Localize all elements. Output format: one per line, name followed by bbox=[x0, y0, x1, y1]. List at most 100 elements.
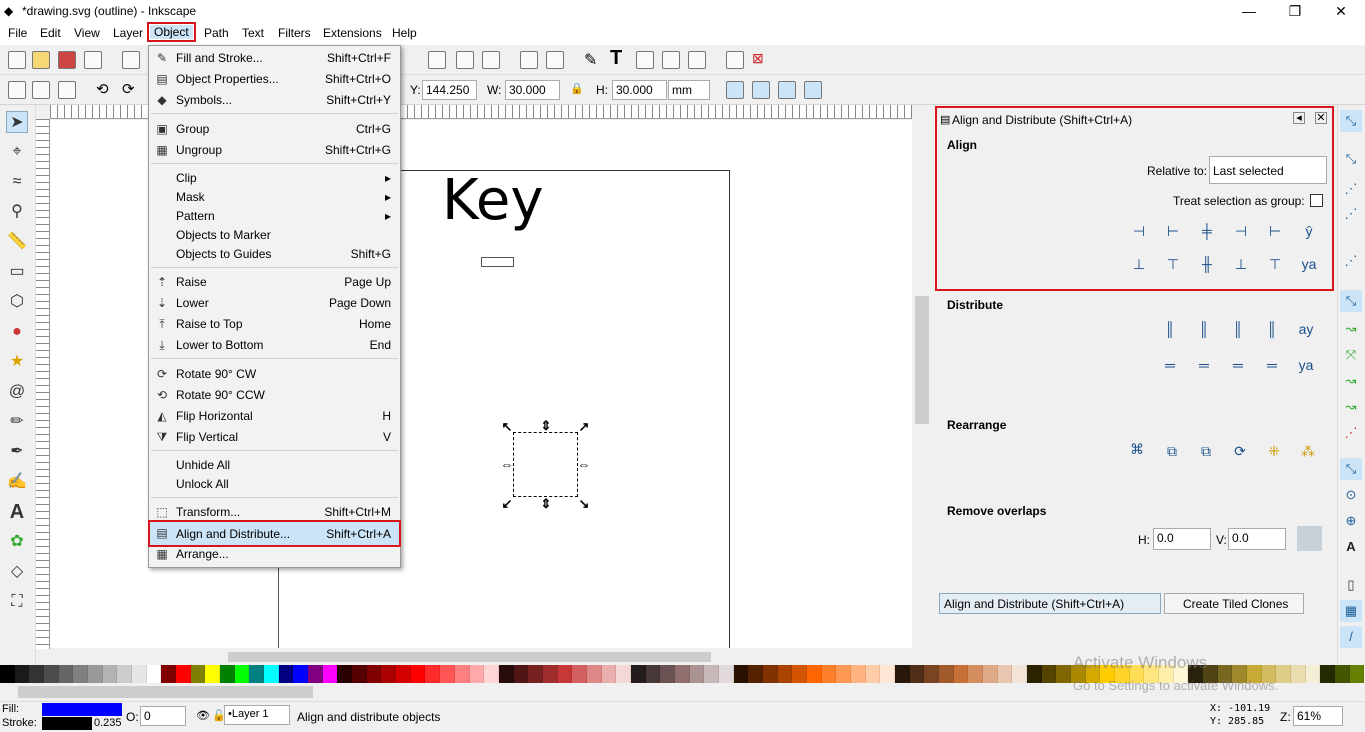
distribute-top-edges-icon[interactable]: ═ bbox=[1158, 354, 1182, 378]
palette-scroll-thumb[interactable] bbox=[18, 686, 313, 698]
palette-swatch[interactable] bbox=[968, 665, 984, 683]
palette-swatch[interactable] bbox=[176, 665, 191, 683]
scale-handle-s-icon[interactable]: ⇕ bbox=[539, 497, 553, 511]
scale-handle-nw-icon[interactable]: ↖ bbox=[500, 420, 514, 434]
palette-swatch[interactable] bbox=[205, 665, 221, 683]
menu-object[interactable]: Object bbox=[147, 22, 196, 42]
w-field[interactable]: 30.000 bbox=[505, 80, 560, 100]
snap-page-border-icon[interactable]: ▯ bbox=[1340, 574, 1362, 596]
snap-bbox-corners-icon[interactable]: ⋰ bbox=[1340, 203, 1362, 225]
align-left-edges-icon[interactable]: ⊢ bbox=[1161, 220, 1185, 244]
xml-editor-icon[interactable] bbox=[662, 51, 680, 69]
palette-swatch[interactable] bbox=[440, 665, 455, 683]
palette-swatch[interactable] bbox=[1335, 665, 1350, 683]
palette-swatch[interactable] bbox=[997, 665, 1013, 683]
palette-swatch[interactable] bbox=[850, 665, 866, 683]
palette-swatch[interactable] bbox=[704, 665, 719, 683]
snap-smooth-nodes-icon[interactable]: ↝ bbox=[1340, 396, 1362, 418]
treat-as-group-checkbox[interactable] bbox=[1310, 194, 1323, 207]
snap-line-midpoints-icon[interactable]: ⋰ bbox=[1340, 422, 1362, 444]
scale-handle-w-icon[interactable]: ⇔ bbox=[500, 458, 514, 472]
palette-swatch[interactable] bbox=[0, 665, 15, 683]
new-document-icon[interactable] bbox=[8, 51, 26, 69]
align-right-edges-icon[interactable]: ⊣ bbox=[1229, 220, 1253, 244]
palette-swatch[interactable] bbox=[880, 665, 895, 683]
palette-swatch[interactable] bbox=[44, 665, 59, 683]
distribute-baselines-h-icon[interactable]: ay bbox=[1294, 318, 1318, 342]
snap-nodes-icon[interactable]: ⤡ bbox=[1340, 290, 1362, 312]
distribute-left-edges-icon[interactable]: ║ bbox=[1158, 318, 1182, 342]
overlap-v-field[interactable]: 0.0 bbox=[1228, 528, 1286, 550]
node-tool-icon[interactable]: ⌖ bbox=[6, 141, 28, 163]
palette-swatch[interactable] bbox=[425, 665, 441, 683]
palette-swatch[interactable] bbox=[469, 665, 485, 683]
palette-swatch[interactable] bbox=[1041, 665, 1057, 683]
menu-extensions[interactable]: Extensions bbox=[321, 26, 384, 40]
menu-item-flip-horizontal[interactable]: ◭ Flip Horizontal H bbox=[149, 406, 400, 426]
snap-grids-icon[interactable]: ▦ bbox=[1340, 600, 1362, 622]
palette-swatch[interactable] bbox=[1349, 665, 1365, 683]
unlink-clone-icon[interactable] bbox=[482, 51, 500, 69]
menu-item-flip-vertical[interactable]: ⧩ Flip Vertical V bbox=[149, 427, 400, 447]
palette-swatch[interactable] bbox=[1291, 665, 1306, 683]
palette-swatch[interactable] bbox=[983, 665, 998, 683]
unclump-icon[interactable]: ⁂ bbox=[1296, 440, 1320, 464]
scale-stroke-icon[interactable] bbox=[726, 81, 744, 99]
menu-item-align-and-distribute[interactable]: ▤ Align and Distribute... Shift+Ctrl+A bbox=[148, 520, 401, 547]
selector-tool-icon[interactable]: ➤ bbox=[6, 111, 28, 133]
palette-swatch[interactable] bbox=[601, 665, 617, 683]
menu-item-lower[interactable]: ⇣ Lower Page Down bbox=[149, 293, 400, 313]
center-vertical-axis-icon[interactable]: ╪ bbox=[1195, 220, 1219, 244]
palette-swatch[interactable] bbox=[366, 665, 382, 683]
palette-swatch[interactable] bbox=[836, 665, 851, 683]
ellipse-tool-icon[interactable]: ● bbox=[6, 321, 28, 343]
exchange-clockwise-icon[interactable]: ⟳ bbox=[1228, 440, 1252, 464]
scale-handle-sw-icon[interactable]: ↙ bbox=[500, 497, 514, 511]
palette-swatch[interactable] bbox=[161, 665, 177, 683]
stroke-swatch[interactable] bbox=[42, 717, 92, 730]
zoom-field[interactable]: 61% bbox=[1293, 706, 1343, 726]
align-toolbar-icon[interactable] bbox=[688, 51, 706, 69]
palette-swatch[interactable] bbox=[58, 665, 74, 683]
align-left-to-right-icon[interactable]: ⊢ bbox=[1263, 220, 1287, 244]
opacity-field[interactable]: 0 bbox=[140, 706, 186, 726]
horizontal-scroll-thumb[interactable] bbox=[228, 652, 711, 662]
palette-swatch[interactable] bbox=[924, 665, 939, 683]
fill-swatch[interactable] bbox=[42, 703, 122, 716]
distribute-gaps-v-icon[interactable]: ═ bbox=[1260, 354, 1284, 378]
palette-swatch[interactable] bbox=[674, 665, 690, 683]
menu-layer[interactable]: Layer bbox=[111, 26, 145, 40]
layers-icon[interactable] bbox=[636, 51, 654, 69]
menu-item-rotate-cw[interactable]: ⟳ Rotate 90° CW bbox=[149, 364, 400, 384]
palette-swatch[interactable] bbox=[249, 665, 265, 683]
menu-item-rotate-ccw[interactable]: ⟲ Rotate 90° CCW bbox=[149, 385, 400, 405]
palette-swatch[interactable] bbox=[792, 665, 807, 683]
distribute-bottom-edges-icon[interactable]: ═ bbox=[1226, 354, 1250, 378]
minimize-button[interactable]: — bbox=[1226, 2, 1272, 22]
pencil-tool-icon[interactable]: ✏ bbox=[6, 411, 28, 433]
palette-swatch[interactable] bbox=[337, 665, 353, 683]
remove-overlaps-button[interactable] bbox=[1297, 526, 1322, 551]
palette-swatch[interactable] bbox=[689, 665, 705, 683]
y-field[interactable]: 144.250 bbox=[422, 80, 477, 100]
palette-swatch[interactable] bbox=[1276, 665, 1292, 683]
menu-text[interactable]: Text bbox=[240, 26, 266, 40]
tab-create-tiled-clones[interactable]: Create Tiled Clones bbox=[1164, 593, 1304, 614]
clone-icon[interactable] bbox=[456, 51, 474, 69]
palette-swatch[interactable] bbox=[29, 665, 45, 683]
layer-visibility-icon[interactable]: 👁 bbox=[196, 709, 210, 722]
selected-object[interactable] bbox=[513, 432, 578, 497]
palette-swatch[interactable] bbox=[264, 665, 279, 683]
3d-box-tool-icon[interactable]: ⬡ bbox=[6, 291, 28, 313]
randomize-centers-icon[interactable]: ⁜ bbox=[1262, 440, 1286, 464]
palette-swatch[interactable] bbox=[528, 665, 543, 683]
maximize-button[interactable]: ❐ bbox=[1272, 2, 1318, 22]
palette-swatch[interactable] bbox=[718, 665, 734, 683]
snap-bbox-edges-icon[interactable]: ⋰ bbox=[1340, 178, 1362, 200]
graph-layout-icon[interactable]: ⌘ bbox=[1125, 438, 1149, 462]
align-top-edges-icon[interactable]: ⊤ bbox=[1161, 253, 1185, 277]
close-button[interactable]: ✕ bbox=[1318, 2, 1364, 22]
snap-text-baseline-icon[interactable]: A bbox=[1340, 536, 1362, 558]
palette-swatch[interactable] bbox=[733, 665, 749, 683]
palette-swatch[interactable] bbox=[146, 665, 162, 683]
